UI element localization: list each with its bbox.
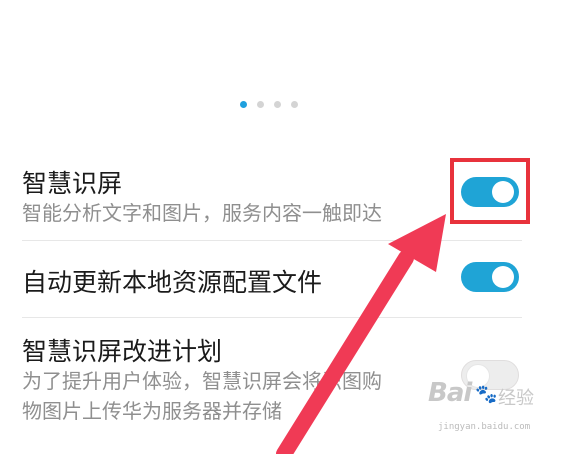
setting-title: 智慧识屏改进计划 [22, 337, 223, 366]
watermark-url: jingyan.baidu.com [438, 422, 531, 432]
paw-icon: 🐾 [475, 384, 498, 405]
annotation-highlight-box [450, 158, 530, 224]
setting-row-auto-update[interactable]: 自动更新本地资源配置文件 [0, 241, 567, 316]
watermark-logo: Bai [428, 378, 472, 408]
watermark-text: 经验 [498, 388, 534, 409]
setting-title: 智慧识屏 [22, 169, 123, 198]
setting-title: 自动更新本地资源配置文件 [22, 268, 323, 297]
auto-update-toggle[interactable] [461, 262, 519, 292]
setting-description-line2: 物图片上传华为服务器并存储 [22, 399, 282, 423]
baidu-jingyan-watermark: Bai 🐾 经验 jingyan.baidu.com [418, 378, 548, 438]
toggle-knob [492, 266, 514, 288]
setting-description: 智能分析文字和图片，服务内容一触即达 [22, 201, 382, 225]
setting-description-line1: 为了提升用户体验，智慧识屏会将识图购 [22, 369, 382, 393]
